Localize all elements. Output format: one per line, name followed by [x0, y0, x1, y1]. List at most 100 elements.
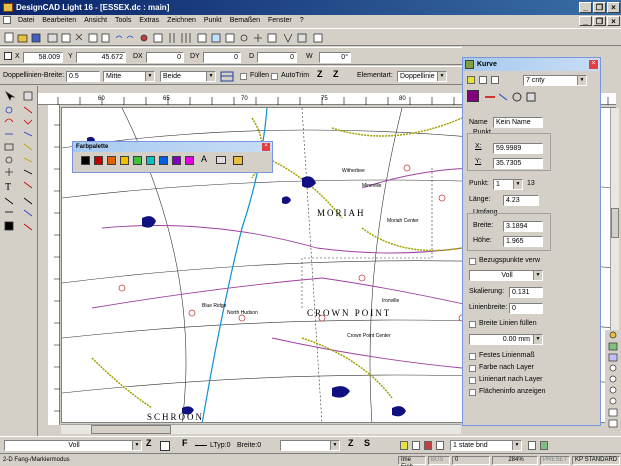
toolbar-icons[interactable] [4, 32, 334, 44]
linetype-select[interactable]: Voll ▼ [469, 270, 543, 281]
bottom-z-button[interactable]: Z [146, 438, 152, 448]
color-swatch-green[interactable] [133, 156, 142, 165]
menu-extras[interactable]: Extras [139, 15, 159, 27]
breite-field[interactable]: 3.1894 [503, 221, 543, 232]
bottom-layer-select[interactable]: 1 state bnd ▼ [450, 440, 522, 451]
scrollbar-thumb[interactable] [611, 208, 619, 238]
menu-zeichnen[interactable]: Zeichnen [167, 15, 196, 27]
unit-select[interactable]: Mitte ▼ [103, 71, 155, 82]
color-swatch-red[interactable] [94, 156, 103, 165]
kurve-close-icon[interactable]: × [589, 60, 598, 69]
map-label-moriahcenter: Moriah Center [387, 218, 419, 224]
document-icon[interactable] [3, 16, 11, 25]
menu-tools[interactable]: Tools [115, 15, 131, 27]
w-field[interactable]: 0° [319, 52, 351, 63]
bottom-pen-icon[interactable] [424, 441, 432, 450]
palette-edit-icon[interactable] [233, 156, 243, 165]
menu-punkt[interactable]: Punkt [204, 15, 222, 27]
color-swatch-blue[interactable] [159, 156, 168, 165]
close-button[interactable]: × [607, 2, 620, 13]
layer-color-icon[interactable] [491, 76, 499, 84]
chevron-down-icon: ▼ [132, 441, 141, 450]
hscrollbar-thumb[interactable] [91, 425, 171, 434]
lock-icon[interactable] [479, 76, 487, 84]
name-field[interactable]: Kein Name [493, 117, 543, 128]
vertical-scrollbar[interactable] [610, 108, 619, 330]
dx-field[interactable]: 0 [146, 52, 184, 63]
linienbreite-field[interactable]: 0 [509, 303, 543, 314]
dy-field[interactable]: 0 [203, 52, 241, 63]
linienart-checkbox[interactable] [469, 377, 476, 384]
menu-help[interactable]: ? [300, 15, 304, 27]
fill-checkbox[interactable] [240, 73, 247, 80]
fill-color-icon[interactable] [216, 156, 226, 164]
bottom-linetype-select[interactable]: Voll ▼ [4, 440, 142, 451]
bottom-layer-icon[interactable] [436, 441, 444, 450]
z-button-1[interactable]: Z [317, 69, 323, 79]
horizontal-scrollbar[interactable] [61, 424, 461, 434]
color-swatch-orange[interactable] [107, 156, 116, 165]
side-select[interactable]: Beide ▼ [160, 71, 216, 82]
light-icon[interactable] [467, 76, 475, 84]
flaechen-checkbox[interactable] [469, 389, 476, 396]
bottom-tool-1-icon[interactable] [528, 441, 536, 450]
bottom-tool-2-icon[interactable] [540, 441, 548, 450]
menu-fenster[interactable]: Fenster [268, 15, 292, 27]
menu-bemassen[interactable]: Bemaßen [230, 15, 260, 27]
map-label-moriah: MORIAH [317, 208, 366, 218]
breite-linien-checkbox[interactable] [469, 321, 476, 328]
color-swatch-cyan[interactable] [146, 156, 155, 165]
y-field[interactable]: 45.672 [76, 52, 126, 63]
object-color-swatch[interactable] [467, 90, 479, 102]
punkt-y-field[interactable]: 35.7305 [493, 158, 543, 169]
right-tool-icons[interactable] [605, 330, 621, 440]
z-button-2[interactable]: Z [333, 69, 339, 79]
draw-tools-icons[interactable]: T [2, 90, 36, 250]
svg-text:65: 65 [163, 96, 170, 102]
doc-minimize-button[interactable]: _ [579, 16, 592, 26]
doc-close-button[interactable]: × [607, 16, 620, 26]
style-icons[interactable] [483, 91, 543, 103]
line-width-icon[interactable] [195, 445, 207, 446]
restore-button[interactable]: ❐ [593, 2, 606, 13]
punkt-select[interactable]: 1 ▼ [493, 179, 523, 190]
color-swatch-purple[interactable] [172, 156, 181, 165]
color-palette-window: Farbpalette × A [72, 141, 273, 173]
hoehe-field[interactable]: 1.965 [503, 236, 543, 247]
skalierung-field[interactable]: 0.131 [509, 287, 543, 298]
palette-close-icon[interactable]: × [262, 143, 270, 151]
menu-ansicht[interactable]: Ansicht [84, 15, 107, 27]
layer-select[interactable]: 7 cnty ▼ [523, 75, 587, 86]
bottom-z-button-2[interactable]: Z [348, 438, 354, 448]
menu-datei[interactable]: Datei [18, 15, 34, 27]
bottom-light-icon[interactable] [400, 441, 408, 450]
farbe-checkbox[interactable] [469, 365, 476, 372]
text-color-icon[interactable]: A [201, 154, 207, 164]
punkt-x-field[interactable]: 59.9989 [493, 143, 543, 154]
status-mode: 2-D Fang-/Markiermodus [3, 457, 70, 463]
bottom-lock-icon[interactable] [412, 441, 420, 450]
coord-mode-icon[interactable] [4, 52, 12, 60]
d-field[interactable]: 0 [257, 52, 297, 63]
bezug-checkbox[interactable] [469, 258, 476, 265]
doubleline-icon[interactable] [220, 71, 234, 82]
doc-restore-button[interactable]: ❐ [593, 16, 606, 26]
color-swatch-black[interactable] [81, 156, 90, 165]
status-kp: KP STANDARD [572, 456, 620, 465]
width-field[interactable]: 0.5 [66, 71, 100, 82]
s-button[interactable]: S [364, 438, 370, 448]
bottom-select-2[interactable]: ▼ [280, 440, 340, 451]
laenge-field[interactable]: 4.23 [503, 195, 539, 206]
menu-bearbeiten[interactable]: Bearbeiten [42, 15, 76, 27]
font-button[interactable]: F [182, 438, 188, 448]
autotrim-checkbox[interactable] [271, 73, 278, 80]
map-label-crownpoint: CROWN POINT [307, 308, 392, 318]
x-field[interactable]: 58.009 [23, 52, 63, 63]
mm-select[interactable]: 0.00 mm ▼ [469, 334, 543, 345]
color-swatch-yellow[interactable] [120, 156, 129, 165]
bottom-color-icon[interactable] [160, 441, 170, 451]
festes-checkbox[interactable] [469, 353, 476, 360]
minimize-button[interactable]: _ [579, 2, 592, 13]
element-select[interactable]: Doppellinie ▼ [397, 71, 447, 82]
color-swatch-magenta[interactable] [185, 156, 194, 165]
